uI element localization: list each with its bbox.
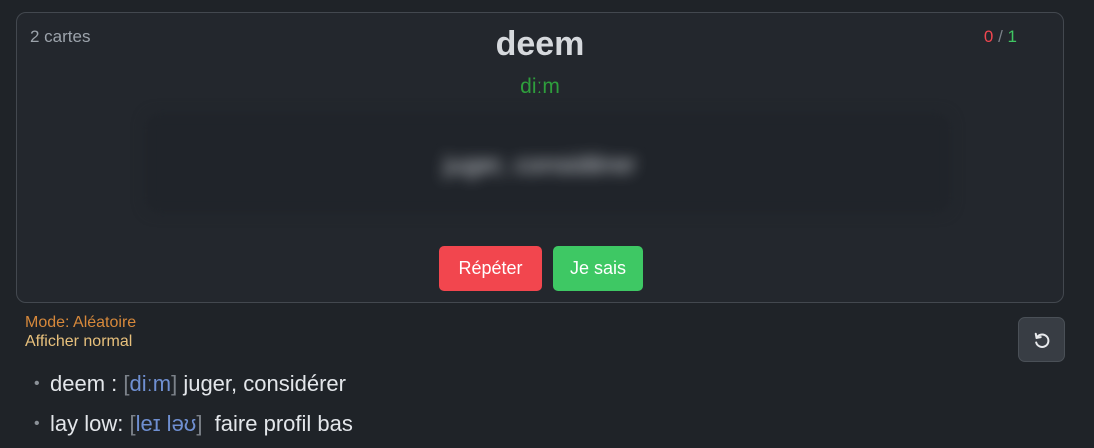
rotate-ccw-icon [1034,332,1049,348]
list-word: lay low: [50,411,124,436]
hidden-translation: juger, considérer [443,149,637,179]
card-phonetic: diːm [520,75,560,98]
vocab-list: • deem : [diːm] juger, considérer • lay … [34,368,353,448]
list-phonetic: leɪ ləʊ [135,411,197,436]
reset-button[interactable] [1018,317,1065,362]
flashcard: 2 cartes 0 / 1 deem diːm juger, considér… [16,12,1064,303]
know-button[interactable]: Je sais [553,246,643,291]
view-toggle[interactable]: Afficher normal [25,333,132,351]
repeat-button[interactable]: Répéter [439,246,542,291]
list-item: • deem : [diːm] juger, considérer [34,368,353,408]
list-phonetic: diːm [129,371,172,396]
card-word: deem [495,25,585,63]
mode-label[interactable]: Mode: Aléatoire [25,314,136,332]
list-translation: juger, considérer [183,371,346,396]
list-item: • lay low: [leɪ ləʊ] faire profil bas [34,408,353,448]
list-word: deem : [50,371,118,396]
bullet-icon: • [34,415,40,432]
bullet-icon: • [34,375,40,392]
list-translation: faire profil bas [214,411,353,436]
